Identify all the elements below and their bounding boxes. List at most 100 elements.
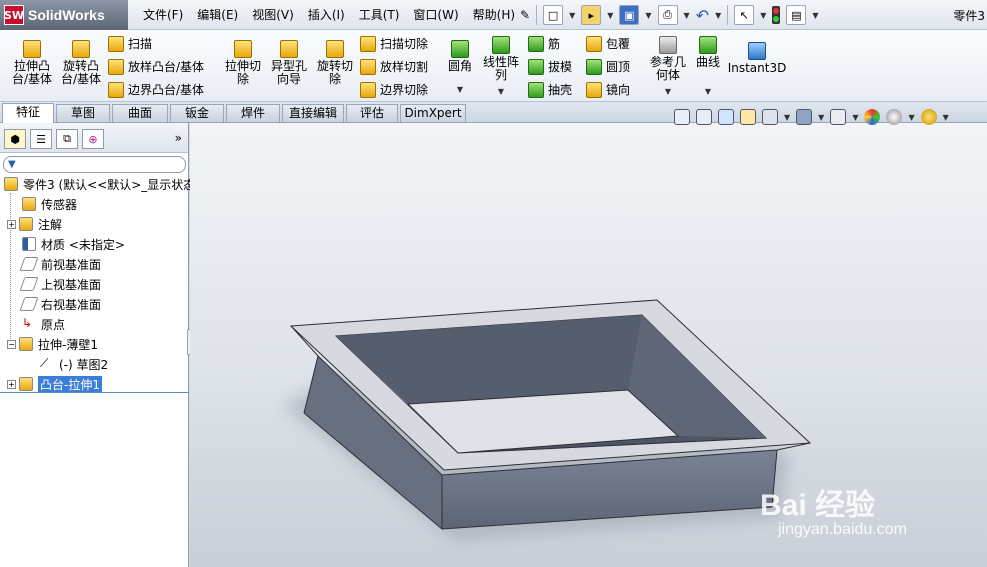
extrude-cut-button[interactable]: 拉伸切 除 <box>220 40 266 86</box>
fillet-dropdown[interactable]: ▼ <box>457 83 463 96</box>
wrap-button[interactable]: 包覆 <box>586 35 630 52</box>
expand-icon[interactable]: + <box>7 219 16 229</box>
linear-pattern-dropdown[interactable]: ▼ <box>498 85 504 98</box>
zoom-to-area-icon[interactable] <box>696 109 712 125</box>
tree-item-annotations[interactable]: + 注解 <box>7 215 62 233</box>
configuration-manager-icon[interactable]: ⧉ <box>56 129 78 149</box>
menu-edit[interactable]: 编辑(E) <box>190 4 245 26</box>
display-style-dropdown[interactable]: ▼ <box>818 113 824 122</box>
boundary-boss-button[interactable]: 边界凸台/基体 <box>108 81 204 98</box>
edit-appearance-icon[interactable] <box>864 109 881 125</box>
tab-direct-editing[interactable]: 直接编辑 <box>282 104 344 122</box>
tree-item-part[interactable]: 零件3 (默认<<默认>_显示状态 <box>4 175 195 193</box>
revolve-boss-button[interactable]: 旋转凸 台/基体 <box>56 40 106 86</box>
tree-item-sketch2[interactable]: ⟋ (-) 草图2 <box>40 355 108 373</box>
tree-item-front-plane[interactable]: 前视基准面 <box>19 255 101 273</box>
previous-view-icon[interactable] <box>718 109 734 125</box>
tab-dimxpert[interactable]: DimXpert <box>400 104 466 122</box>
tree-item-material[interactable]: 材质 <未指定> <box>22 235 125 253</box>
mirror-button[interactable]: 镜向 <box>586 81 630 98</box>
new-dropdown[interactable]: ▼ <box>569 11 575 20</box>
view-settings-icon[interactable] <box>920 109 937 125</box>
instant3d-button[interactable]: Instant3D <box>728 42 786 75</box>
apply-scene-dropdown[interactable]: ▼ <box>908 113 914 122</box>
tree-item-boss-extrude[interactable]: + 凸台-拉伸1 <box>7 375 102 393</box>
app-logo[interactable]: SW SolidWorks <box>0 0 128 30</box>
fillet-button[interactable]: 圆角 ▼ <box>444 40 476 96</box>
view-settings-dropdown[interactable]: ▼ <box>943 113 949 122</box>
tab-weldments[interactable]: 焊件 <box>226 104 280 122</box>
new-document-icon[interactable]: □ <box>543 5 564 25</box>
print-icon[interactable]: ⎙ <box>657 5 678 25</box>
menu-tools[interactable]: 工具(T) <box>352 4 407 26</box>
property-manager-icon[interactable]: ☰ <box>30 129 52 149</box>
rib-button[interactable]: 筋 <box>528 35 560 52</box>
revolve-cut-button[interactable]: 旋转切 除 <box>312 40 358 86</box>
section-view-icon[interactable] <box>740 109 756 125</box>
curves-button[interactable]: 曲线 ▼ <box>692 36 724 98</box>
feature-filter-input[interactable]: ▼ <box>3 156 186 173</box>
boundary-cut-button[interactable]: 边界切除 <box>360 81 428 98</box>
sweep-icon <box>108 35 124 52</box>
menu-view[interactable]: 视图(V) <box>245 4 301 26</box>
pin-icon[interactable]: ✎ <box>520 8 530 22</box>
extrude-boss-button[interactable]: 拉伸凸 台/基体 <box>8 40 56 86</box>
loft-cut-button[interactable]: 放样切割 <box>360 58 428 75</box>
open-icon[interactable]: ▸ <box>581 5 602 25</box>
expand-panel-icon[interactable]: » <box>175 131 182 145</box>
draft-button[interactable]: 拔模 <box>528 58 572 75</box>
sweep-button[interactable]: 扫描 <box>108 35 152 52</box>
view-orientation-icon[interactable] <box>762 109 778 125</box>
save-dropdown[interactable]: ▼ <box>645 11 651 20</box>
options-icon[interactable]: ▤ <box>786 5 807 25</box>
menu-help[interactable]: 帮助(H) <box>466 4 522 26</box>
linear-pattern-button[interactable]: 线性阵 列 ▼ <box>480 36 522 98</box>
curves-dropdown[interactable]: ▼ <box>705 85 711 98</box>
tab-evaluate[interactable]: 评估 <box>346 104 398 122</box>
rebuild-traffic-light-icon[interactable] <box>772 6 781 24</box>
expand-icon[interactable]: + <box>7 379 16 389</box>
menu-window[interactable]: 窗口(W) <box>406 4 465 26</box>
tree-item-top-plane[interactable]: 上视基准面 <box>19 275 101 293</box>
sweep-cut-button[interactable]: 扫描切除 <box>360 35 428 52</box>
tree-item-label: 右视基准面 <box>41 297 102 312</box>
sweep-cut-label: 扫描切除 <box>380 37 429 51</box>
menu-insert[interactable]: 插入(I) <box>301 4 352 26</box>
options-dropdown[interactable]: ▼ <box>812 11 818 20</box>
tree-item-thin-extrude[interactable]: − 拉伸-薄壁1 <box>7 335 98 353</box>
hole-wizard-button[interactable]: 异型孔 向导 <box>266 40 312 86</box>
dome-button[interactable]: 圆顶 <box>586 58 630 75</box>
sweep-cut-icon <box>360 35 376 52</box>
select-pointer-icon[interactable]: ↖ <box>734 5 755 25</box>
tab-sheet-metal[interactable]: 钣金 <box>170 104 224 122</box>
collapse-icon[interactable]: − <box>7 339 16 349</box>
tab-features[interactable]: 特征 <box>2 103 54 123</box>
tree-item-right-plane[interactable]: 右视基准面 <box>19 295 102 313</box>
display-style-icon[interactable] <box>796 109 813 125</box>
reference-geometry-icon <box>659 36 677 54</box>
tree-item-sensors[interactable]: 传感器 <box>22 195 77 213</box>
shell-button[interactable]: 抽壳 <box>528 81 572 98</box>
extrude-boss-label: 拉伸凸 台/基体 <box>11 59 53 86</box>
print-dropdown[interactable]: ▼ <box>684 11 690 20</box>
reference-geometry-dropdown[interactable]: ▼ <box>665 85 671 98</box>
menu-file[interactable]: 文件(F) <box>136 4 190 26</box>
zoom-to-fit-icon[interactable] <box>674 109 690 125</box>
rollback-bar[interactable] <box>0 392 189 393</box>
apply-scene-icon[interactable] <box>886 109 903 125</box>
open-dropdown[interactable]: ▼ <box>607 11 613 20</box>
reference-geometry-button[interactable]: 参考几 何体 ▼ <box>646 36 690 98</box>
undo-dropdown[interactable]: ▼ <box>715 11 721 20</box>
loft-boss-button[interactable]: 放样凸台/基体 <box>108 58 204 75</box>
feature-manager-icon[interactable]: ⬢ <box>4 129 26 149</box>
hide-show-items-icon[interactable] <box>830 109 847 125</box>
hide-show-dropdown[interactable]: ▼ <box>852 113 858 122</box>
tab-surfaces[interactable]: 曲面 <box>112 104 168 122</box>
tab-sketch[interactable]: 草图 <box>56 104 110 122</box>
tree-item-origin[interactable]: ↳ 原点 <box>22 315 65 333</box>
dimxpert-manager-icon[interactable]: ⊕ <box>82 129 104 149</box>
undo-icon[interactable]: ↶ <box>696 6 709 25</box>
save-icon[interactable]: ▣ <box>619 5 640 25</box>
select-dropdown[interactable]: ▼ <box>760 11 766 20</box>
view-orientation-dropdown[interactable]: ▼ <box>784 113 790 122</box>
